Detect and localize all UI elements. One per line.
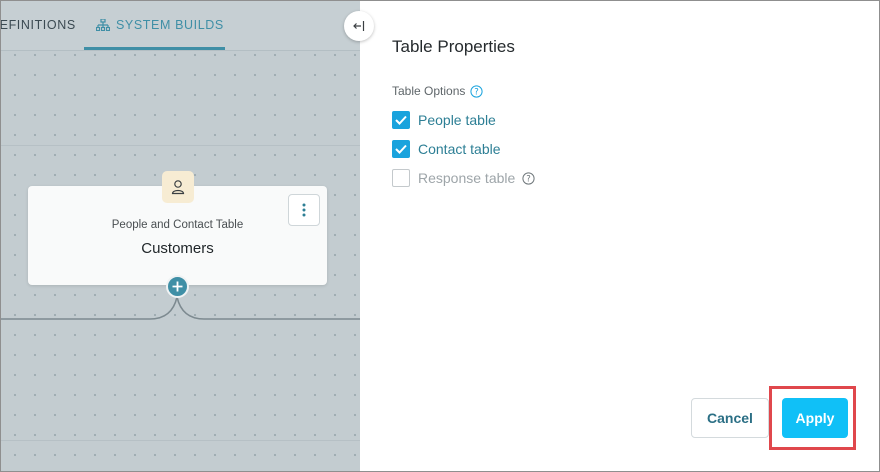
contact-table-label: Contact table bbox=[418, 141, 501, 157]
add-node-button[interactable] bbox=[166, 275, 189, 298]
node-title: Customers bbox=[141, 240, 214, 257]
people-table-checkbox[interactable] bbox=[392, 111, 410, 129]
checkmark-icon bbox=[395, 144, 407, 154]
response-table-label: Response table bbox=[418, 170, 516, 186]
option-contact-table[interactable]: Contact table bbox=[392, 140, 501, 158]
collapse-panel-button[interactable] bbox=[344, 11, 374, 41]
table-properties-panel: Table Properties Table Options ? People … bbox=[360, 0, 880, 472]
option-people-table[interactable]: People table bbox=[392, 111, 496, 129]
apply-button[interactable]: Apply bbox=[782, 398, 848, 438]
help-icon[interactable]: ? bbox=[522, 171, 535, 185]
checkmark-icon bbox=[395, 115, 407, 125]
builder-canvas[interactable]: DEFINITIONS SYSTEM BUILDS People and Con… bbox=[0, 0, 360, 472]
svg-text:?: ? bbox=[475, 87, 480, 97]
node-more-menu-button[interactable] bbox=[288, 194, 320, 226]
panel-title: Table Properties bbox=[392, 37, 515, 56]
plus-icon bbox=[172, 281, 183, 292]
response-table-checkbox[interactable] bbox=[392, 169, 410, 187]
contact-table-checkbox[interactable] bbox=[392, 140, 410, 158]
more-vertical-icon bbox=[302, 203, 306, 217]
table-options-text: Table Options bbox=[392, 84, 466, 98]
person-icon bbox=[162, 171, 194, 203]
cancel-button[interactable]: Cancel bbox=[691, 398, 769, 438]
svg-text:?: ? bbox=[527, 174, 532, 184]
node-subtitle: People and Contact Table bbox=[111, 219, 244, 231]
collapse-arrow-icon bbox=[353, 21, 365, 31]
help-icon[interactable]: ? bbox=[470, 84, 483, 98]
option-response-table[interactable]: Response table ? bbox=[392, 169, 535, 187]
table-options-label: Table Options ? bbox=[392, 84, 483, 98]
people-table-label: People table bbox=[418, 112, 496, 128]
